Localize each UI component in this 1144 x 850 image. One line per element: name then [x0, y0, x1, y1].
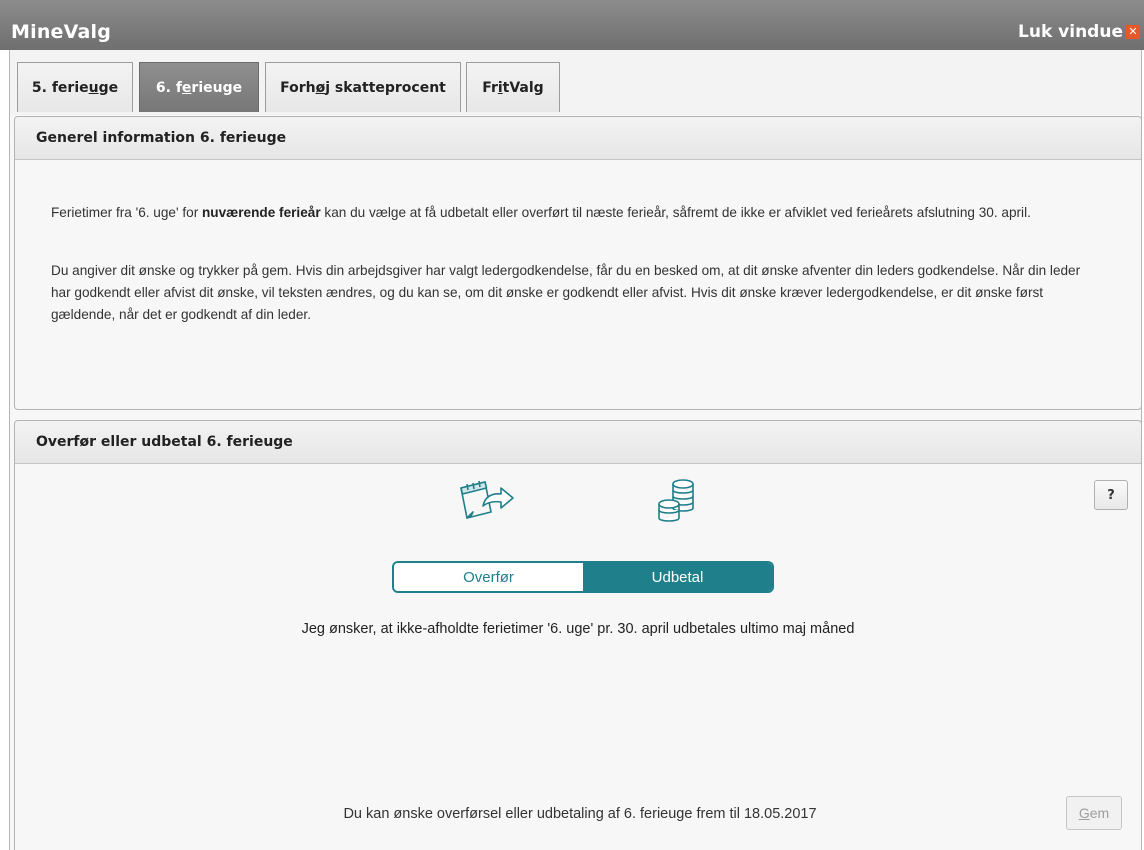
close-icon: ✕ — [1126, 25, 1140, 39]
choice-panel-title: Overfør eller udbetal 6. ferieuge — [15, 421, 1141, 464]
toggle-option-udbetal[interactable]: Udbetal — [583, 563, 772, 591]
transfer-payout-toggle: Overfør Udbetal — [392, 561, 774, 593]
choice-description: Jeg ønsker, at ikke-afholdte ferietimer … — [301, 621, 855, 637]
tab-label: 5. ferieuge — [31, 79, 119, 96]
tab-forhoej-skatteprocent[interactable]: Forhøj skatteprocent — [265, 62, 461, 112]
info-paragraph-2: Du angiver dit ønske og trykker på gem. … — [51, 263, 1081, 322]
title-bar: MineValg Luk vindue ✕ — [0, 0, 1144, 50]
info-paragraph-1: Ferietimer fra '6. uge' for nuværende fe… — [51, 205, 1031, 220]
tab-label: FritValg — [482, 79, 544, 96]
coins-icon[interactable] — [655, 478, 699, 528]
tab-bar: 5. ferieuge 6. ferieuge Forhøj skattepro… — [10, 50, 1141, 115]
tab-5-ferieuge[interactable]: 5. ferieuge — [17, 62, 133, 112]
choice-panel: Overfør eller udbetal 6. ferieuge ? Over… — [14, 420, 1142, 850]
app-title: MineValg — [11, 21, 112, 43]
main-frame: 5. ferieuge 6. ferieuge Forhøj skattepro… — [9, 50, 1142, 850]
toggle-option-overfoer[interactable]: Overfør — [394, 563, 583, 591]
info-panel-title: Generel information 6. ferieuge — [15, 117, 1141, 160]
info-panel: Generel information 6. ferieuge Ferietim… — [14, 116, 1142, 410]
close-window-link[interactable]: Luk vindue ✕ — [1018, 22, 1140, 42]
tab-label: Forhøj skatteprocent — [280, 79, 446, 96]
deadline-note: Du kan ønske overførsel eller udbetaling… — [343, 806, 817, 822]
save-button-label: Gem — [1078, 805, 1110, 821]
close-window-label: Luk vindue — [1018, 22, 1123, 42]
tab-6-ferieuge[interactable]: 6. ferieuge — [139, 62, 259, 112]
app-window: MineValg Luk vindue ✕ 5. ferieuge 6. fer… — [0, 0, 1144, 850]
calendar-transfer-icon[interactable] — [455, 476, 525, 530]
save-button[interactable]: Gem — [1066, 796, 1122, 830]
help-button[interactable]: ? — [1094, 480, 1128, 510]
tab-label: 6. ferieuge — [155, 79, 243, 96]
tab-fritvalg[interactable]: FritValg — [466, 62, 560, 112]
